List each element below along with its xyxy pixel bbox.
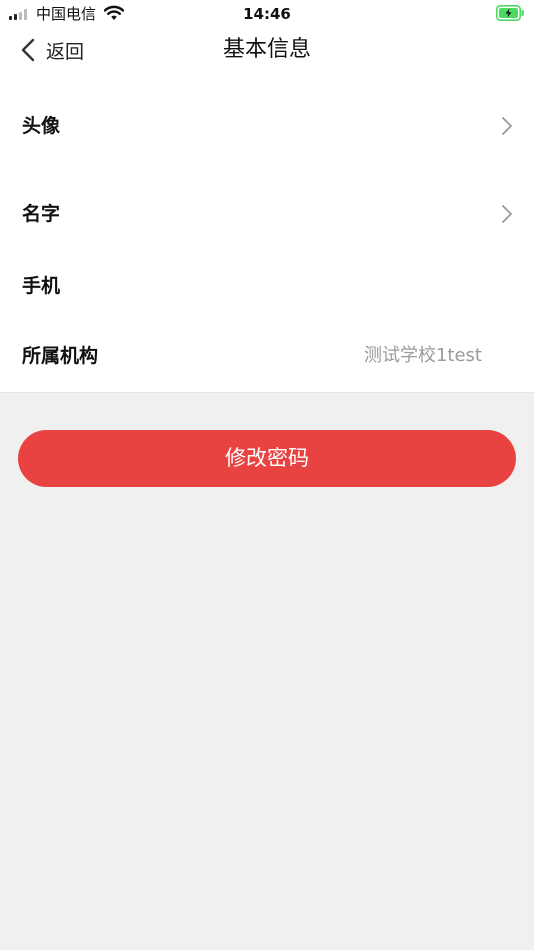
row-label-avatar: 头像 — [22, 115, 61, 137]
nav-bar: 返回 基本信息 — [0, 28, 534, 72]
row-organization: 所属机构 测试学校1test — [0, 326, 534, 386]
battery-charging-icon — [496, 5, 524, 21]
row-avatar[interactable]: 头像 — [0, 96, 534, 156]
change-password-button[interactable]: 修改密码 — [18, 430, 516, 487]
row-label-organization: 所属机构 — [22, 345, 99, 367]
row-phone: 手机 — [0, 256, 534, 316]
status-bar: 中国电信 14:46 — [0, 0, 534, 28]
status-time: 14:46 — [243, 5, 291, 23]
row-label-name: 名字 — [22, 203, 61, 225]
chevron-right-icon — [502, 117, 512, 135]
row-value-organization: 测试学校1test — [363, 345, 482, 366]
page-title: 基本信息 — [222, 37, 311, 62]
row-label-phone: 手机 — [22, 275, 61, 297]
chevron-right-icon — [502, 205, 512, 223]
row-name[interactable]: 名字 — [0, 184, 534, 244]
info-list: 头像 名字 手机 所属机构 测试学校1test — [0, 72, 534, 393]
